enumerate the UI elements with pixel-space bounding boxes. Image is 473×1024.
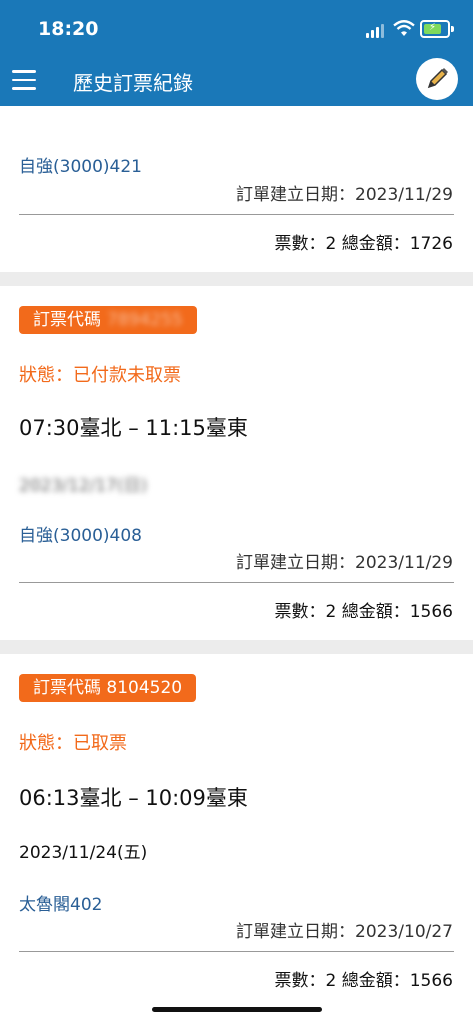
status-time: 18:20 bbox=[38, 18, 99, 40]
battery-charging-icon: ⚡ bbox=[420, 20, 454, 38]
order-list[interactable]: 自強(3000)421 訂單建立日期：2023/11/29 票數：2 總金額：1… bbox=[0, 106, 473, 1024]
trip-date: 2023/12/17(日) bbox=[19, 476, 148, 496]
order-status: 狀態：已取票 bbox=[19, 733, 127, 754]
divider bbox=[19, 582, 454, 583]
trip-route: 07:30臺北 – 11:15臺東 bbox=[19, 416, 248, 440]
order-total: 票數：2 總金額：1726 bbox=[274, 234, 453, 254]
train-link[interactable]: 自強(3000)408 bbox=[19, 521, 142, 546]
booking-code-label: 訂票代碼 bbox=[33, 310, 101, 330]
home-indicator[interactable] bbox=[152, 1007, 322, 1012]
divider bbox=[19, 214, 454, 215]
order-created-date: 訂單建立日期：2023/10/27 bbox=[236, 922, 453, 942]
order-card[interactable]: 自強(3000)421 訂單建立日期：2023/11/29 票數：2 總金額：1… bbox=[0, 106, 473, 272]
order-created-date: 訂單建立日期：2023/11/29 bbox=[236, 553, 453, 573]
train-link[interactable]: 太魯閣402 bbox=[19, 890, 102, 915]
page-title: 歷史訂票紀錄 bbox=[73, 71, 193, 95]
menu-icon[interactable] bbox=[12, 70, 36, 90]
app-bar: 歷史訂票紀錄 bbox=[0, 58, 473, 106]
booking-code-blurred: 7894255 bbox=[107, 310, 183, 330]
order-created-date: 訂單建立日期：2023/11/29 bbox=[236, 185, 453, 205]
booking-code-badge: 訂票代碼 8104520 bbox=[19, 674, 197, 702]
order-total: 票數：2 總金額：1566 bbox=[274, 602, 453, 622]
booking-code-badge: 訂票代碼 7894255 bbox=[19, 306, 197, 334]
edit-button[interactable] bbox=[416, 58, 458, 100]
trip-route: 06:13臺北 – 10:09臺東 bbox=[19, 786, 248, 810]
order-card[interactable]: 訂票代碼 8104520 狀態：已取票 06:13臺北 – 10:09臺東 20… bbox=[0, 654, 473, 1024]
status-bar: 18:20 ⚡ bbox=[0, 0, 473, 58]
cellular-signal-icon bbox=[366, 24, 386, 38]
booking-code-label: 訂票代碼 8104520 bbox=[33, 678, 183, 698]
divider bbox=[19, 951, 454, 952]
wifi-icon bbox=[393, 20, 415, 36]
trip-date: 2023/11/24(五) bbox=[19, 843, 148, 863]
order-status: 狀態：已付款未取票 bbox=[19, 365, 181, 386]
pencil-icon bbox=[427, 68, 448, 89]
order-card[interactable]: 訂票代碼 7894255 狀態：已付款未取票 07:30臺北 – 11:15臺東 … bbox=[0, 286, 473, 640]
train-link[interactable]: 自強(3000)421 bbox=[19, 152, 142, 177]
order-total: 票數：2 總金額：1566 bbox=[274, 971, 453, 991]
